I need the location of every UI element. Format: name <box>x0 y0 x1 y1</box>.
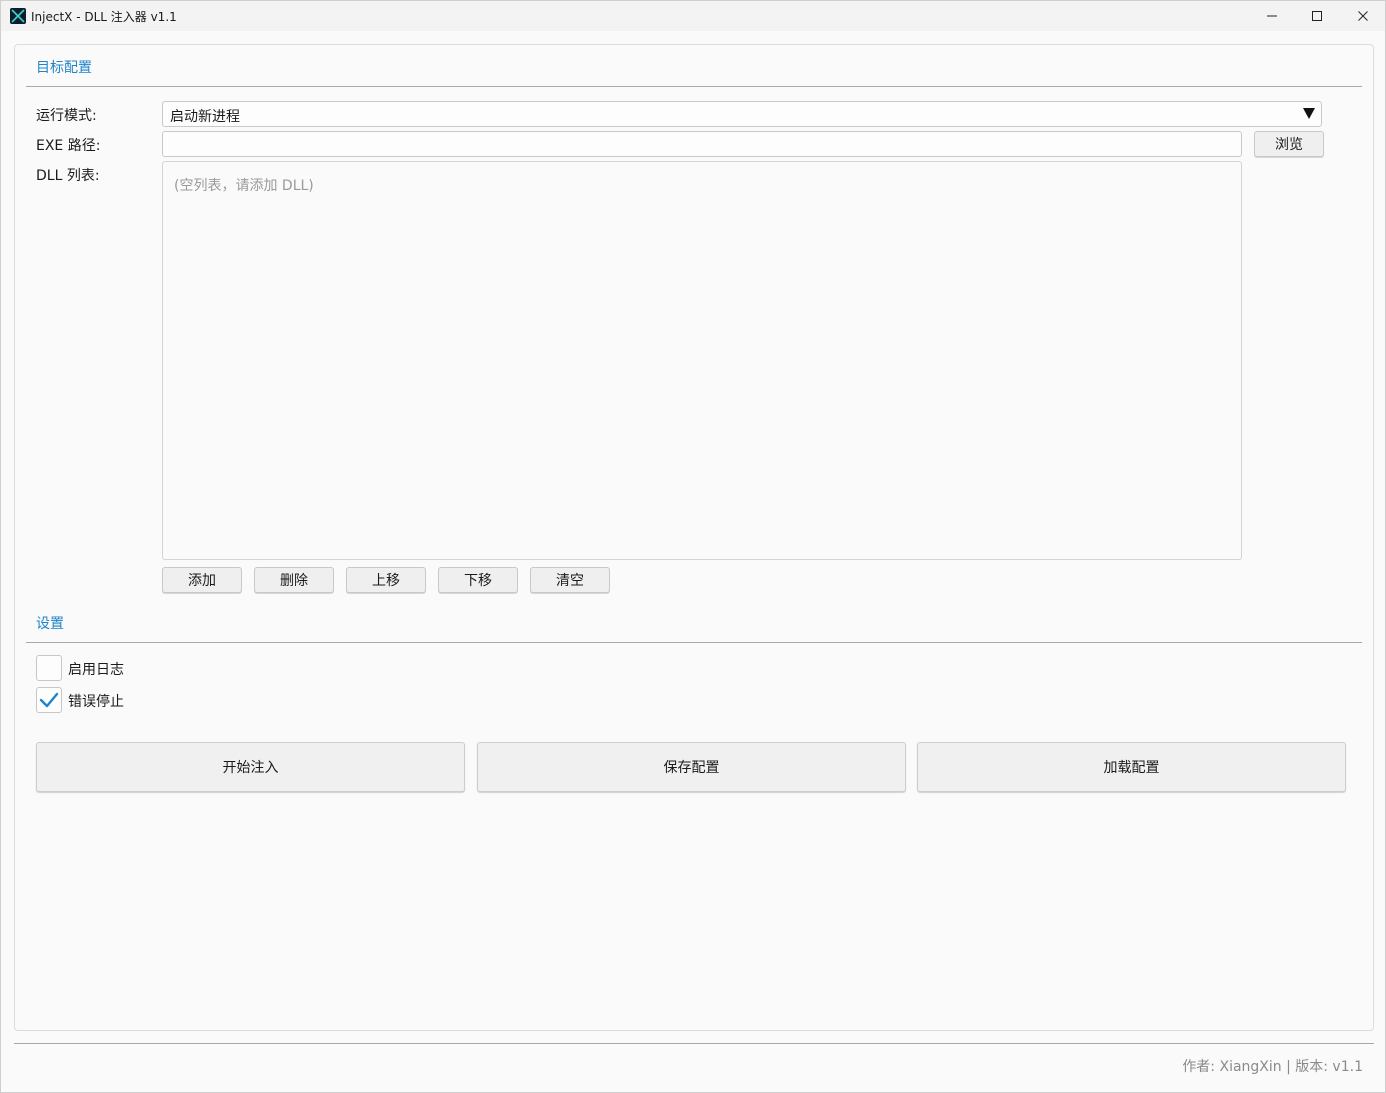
move-up-button[interactable]: 上移 <box>346 567 426 593</box>
dll-listbox[interactable]: (空列表，请添加 DLL) <box>162 161 1242 560</box>
move-down-button[interactable]: 下移 <box>438 567 518 593</box>
dll-list-placeholder: (空列表，请添加 DLL) <box>174 178 314 194</box>
start-inject-button[interactable]: 开始注入 <box>36 742 465 792</box>
footer-author-version: 作者: XiangXin | 版本: v1.1 <box>1182 1059 1363 1075</box>
minimize-button[interactable] <box>1249 1 1295 31</box>
run-mode-label: 运行模式: <box>36 108 97 124</box>
stop-on-error-label[interactable]: 错误停止 <box>68 691 124 711</box>
section-title-settings: 设置 <box>36 616 64 632</box>
close-button[interactable] <box>1340 1 1386 31</box>
section-title-target-config: 目标配置 <box>36 60 92 76</box>
section-divider <box>26 642 1362 643</box>
dropdown-arrow-icon <box>1303 108 1315 119</box>
browse-button[interactable]: 浏览 <box>1254 131 1324 157</box>
load-config-button[interactable]: 加载配置 <box>917 742 1346 792</box>
clear-list-button[interactable]: 清空 <box>530 567 610 593</box>
save-config-button[interactable]: 保存配置 <box>477 742 906 792</box>
title-bar[interactable]: InjectX - DLL 注入器 v1.1 <box>1 1 1385 31</box>
app-logo-icon <box>10 8 26 24</box>
app-window: InjectX - DLL 注入器 v1.1 目标配置 运行模式: 启动新进程 … <box>0 0 1386 1093</box>
dll-list-label: DLL 列表: <box>36 168 100 184</box>
run-mode-select[interactable]: 启动新进程 <box>162 101 1322 127</box>
minimize-icon <box>1267 15 1277 17</box>
maximize-button[interactable] <box>1294 1 1340 31</box>
remove-dll-button[interactable]: 删除 <box>254 567 334 593</box>
window-title: InjectX - DLL 注入器 v1.1 <box>31 10 177 24</box>
enable-log-checkbox[interactable] <box>36 655 62 681</box>
checkmark-icon <box>39 692 59 708</box>
section-divider <box>26 86 1362 87</box>
footer-divider <box>14 1043 1374 1044</box>
add-dll-button[interactable]: 添加 <box>162 567 242 593</box>
close-icon <box>1358 11 1368 21</box>
run-mode-value: 启动新进程 <box>170 109 240 125</box>
exe-path-input[interactable] <box>162 131 1242 157</box>
exe-path-label: EXE 路径: <box>36 138 101 154</box>
enable-log-label[interactable]: 启用日志 <box>68 659 124 679</box>
stop-on-error-checkbox[interactable] <box>36 687 62 713</box>
maximize-icon <box>1312 11 1322 21</box>
